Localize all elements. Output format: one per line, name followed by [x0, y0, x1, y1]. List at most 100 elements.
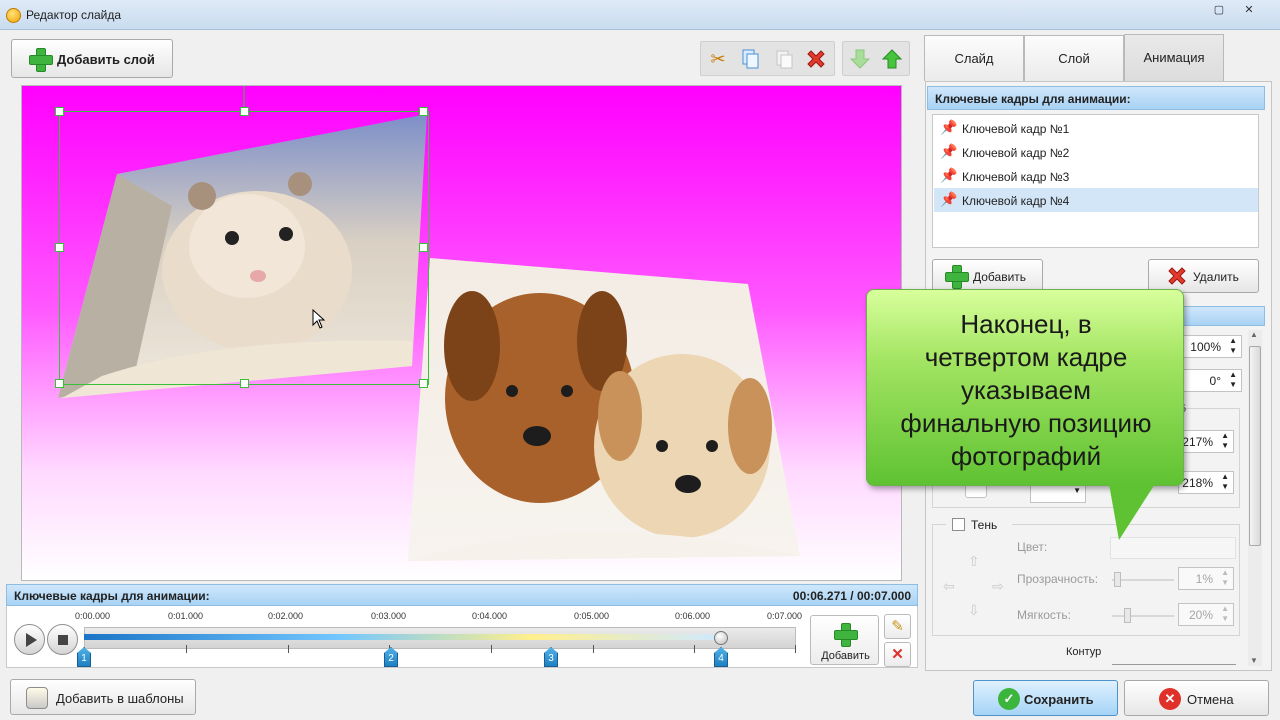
puppies-photo[interactable]: [408, 258, 800, 561]
selection-box[interactable]: [59, 111, 429, 385]
tick-label: 0:04.000: [472, 611, 508, 621]
arrow-up-icon[interactable]: ⇧: [968, 553, 980, 570]
value-a-spinbox[interactable]: 217% ▲ ▼: [1178, 430, 1234, 453]
list-item[interactable]: 📌 Ключевой кадр №2: [934, 140, 1258, 164]
softness-slider[interactable]: [1112, 615, 1174, 617]
rotation-spinbox[interactable]: 0° ▲ ▼: [1180, 369, 1242, 392]
tick-mark: [491, 645, 492, 653]
spin-arrows-icon[interactable]: ▲ ▼: [1221, 431, 1229, 451]
tab-animation[interactable]: Анимация: [1124, 34, 1224, 82]
resize-handle[interactable]: [240, 379, 249, 388]
list-item-selected[interactable]: 📌 Ключевой кадр №4: [934, 188, 1258, 212]
scale-spinbox[interactable]: 100% ▲ ▼: [1180, 335, 1242, 358]
tick-label: 0:01.000: [168, 611, 204, 621]
add-to-templates-button[interactable]: Добавить в шаблоны: [10, 679, 196, 715]
resize-handle[interactable]: [55, 379, 64, 388]
pin-icon: 📌: [940, 119, 958, 135]
playhead[interactable]: [714, 631, 728, 645]
add-keyframe-button[interactable]: Добавить: [932, 259, 1043, 293]
callout-tail: [1109, 484, 1155, 540]
resize-handle[interactable]: [240, 107, 249, 116]
delete-keyframe-button[interactable]: ✕: [884, 642, 911, 667]
stop-button[interactable]: [47, 624, 78, 655]
checkmark-icon: ✓: [998, 688, 1020, 710]
softness-spinbox[interactable]: 20% ▲ ▼: [1178, 603, 1234, 626]
mouse-cursor-icon: [312, 309, 326, 329]
keyframes-header: Ключевые кадры для анимации:: [927, 86, 1265, 110]
contour-control[interactable]: [1112, 664, 1236, 668]
keyframe-label: Ключевой кадр №1: [962, 122, 1070, 136]
delete-icon[interactable]: [805, 48, 827, 70]
pin-icon: 📌: [940, 191, 958, 207]
color-picker[interactable]: [1110, 537, 1236, 559]
keyframe-label: Ключевой кадр №2: [962, 146, 1070, 160]
tick-mark: [593, 645, 594, 653]
close-button[interactable]: ✕: [1236, 0, 1262, 20]
resize-handle[interactable]: [55, 243, 64, 252]
spin-arrows-icon[interactable]: ▲ ▼: [1221, 472, 1229, 492]
cancel-button[interactable]: ✕ Отмена: [1124, 680, 1269, 716]
arrow-down-icon[interactable]: ⇩: [968, 602, 980, 619]
timeline-add-keyframe-button[interactable]: Добавить: [810, 615, 879, 665]
maximize-button[interactable]: ▢: [1206, 0, 1232, 20]
spin-arrows-icon[interactable]: ▲ ▼: [1221, 604, 1229, 624]
keyframes-header-label: Ключевые кадры для анимации:: [935, 92, 1131, 106]
tick-label: 0:02.000: [268, 611, 304, 621]
scroll-up-icon[interactable]: ▲: [1250, 330, 1258, 339]
move-up-icon[interactable]: [881, 48, 903, 70]
plus-icon: [945, 265, 969, 289]
tab-layer[interactable]: Слой: [1024, 35, 1124, 81]
resize-handle[interactable]: [419, 379, 428, 388]
edit-keyframe-button[interactable]: ✎: [884, 614, 911, 639]
resize-handle[interactable]: [419, 243, 428, 252]
transparency-slider[interactable]: [1112, 579, 1174, 581]
close-icon: ✕: [1159, 688, 1181, 710]
tick-label: 0:06.000: [675, 611, 711, 621]
scissors-icon[interactable]: ✂: [707, 48, 729, 70]
tab-slide[interactable]: Слайд: [924, 35, 1024, 81]
window-title: Редактор слайда: [26, 8, 122, 22]
properties-header: [1180, 306, 1265, 326]
value-b: 218%: [1182, 476, 1213, 490]
keyframe-label: Ключевой кадр №3: [962, 170, 1070, 184]
shadow-label: Тень: [971, 518, 998, 532]
delete-keyframe-label: Удалить: [1193, 270, 1239, 284]
resize-handle[interactable]: [419, 107, 428, 116]
pencil-icon: ✎: [891, 618, 904, 635]
list-item[interactable]: 📌 Ключевой кадр №3: [934, 164, 1258, 188]
softness-label: Мягкость:: [1017, 608, 1072, 622]
save-button[interactable]: ✓ Сохранить: [973, 680, 1118, 716]
value-b-spinbox[interactable]: 218% ▲ ▼: [1178, 471, 1234, 494]
softness-thumb[interactable]: [1124, 608, 1131, 623]
scroll-down-icon[interactable]: ▼: [1250, 656, 1258, 665]
callout-text: Наконец, в четвертом кадре указываем фин…: [900, 309, 1152, 471]
delete-keyframe-panel-button[interactable]: Удалить: [1148, 259, 1259, 293]
slide-canvas[interactable]: [21, 85, 902, 581]
spin-arrows-icon[interactable]: ▲ ▼: [1229, 336, 1237, 356]
add-layer-button[interactable]: Добавить слой: [11, 39, 173, 78]
shadow-checkbox[interactable]: [952, 518, 965, 531]
arrow-right-icon[interactable]: ⇨: [992, 578, 1004, 595]
plus-icon: [29, 48, 53, 72]
resize-handle[interactable]: [55, 107, 64, 116]
play-button[interactable]: [14, 624, 45, 655]
scrollbar-thumb[interactable]: [1249, 346, 1261, 546]
move-down-icon[interactable]: [849, 48, 871, 70]
list-item[interactable]: 📌 Ключевой кадр №1: [934, 116, 1258, 140]
timeline-header: Ключевые кадры для анимации: 00:06.271 /…: [6, 584, 918, 606]
softness-value: 20%: [1188, 608, 1213, 622]
tick-label: 0:07.000: [767, 611, 803, 621]
tick-label: 0:03.000: [371, 611, 407, 621]
arrow-left-icon[interactable]: ⇦: [943, 578, 955, 595]
timeline-add-label: Добавить: [821, 650, 870, 662]
spin-arrows-icon[interactable]: ▲ ▼: [1221, 568, 1229, 588]
paste-icon[interactable]: [773, 48, 795, 70]
transparency-thumb[interactable]: [1114, 572, 1121, 587]
tick-label: 0:00.000: [75, 611, 111, 621]
spin-arrows-icon[interactable]: ▲ ▼: [1229, 370, 1237, 390]
transparency-spinbox[interactable]: 1% ▲ ▼: [1178, 567, 1234, 590]
chevron-down-icon[interactable]: ▼: [1073, 486, 1081, 496]
tick-mark: [795, 645, 796, 653]
copy-icon[interactable]: [739, 48, 761, 70]
tick-label: 0:05.000: [574, 611, 610, 621]
